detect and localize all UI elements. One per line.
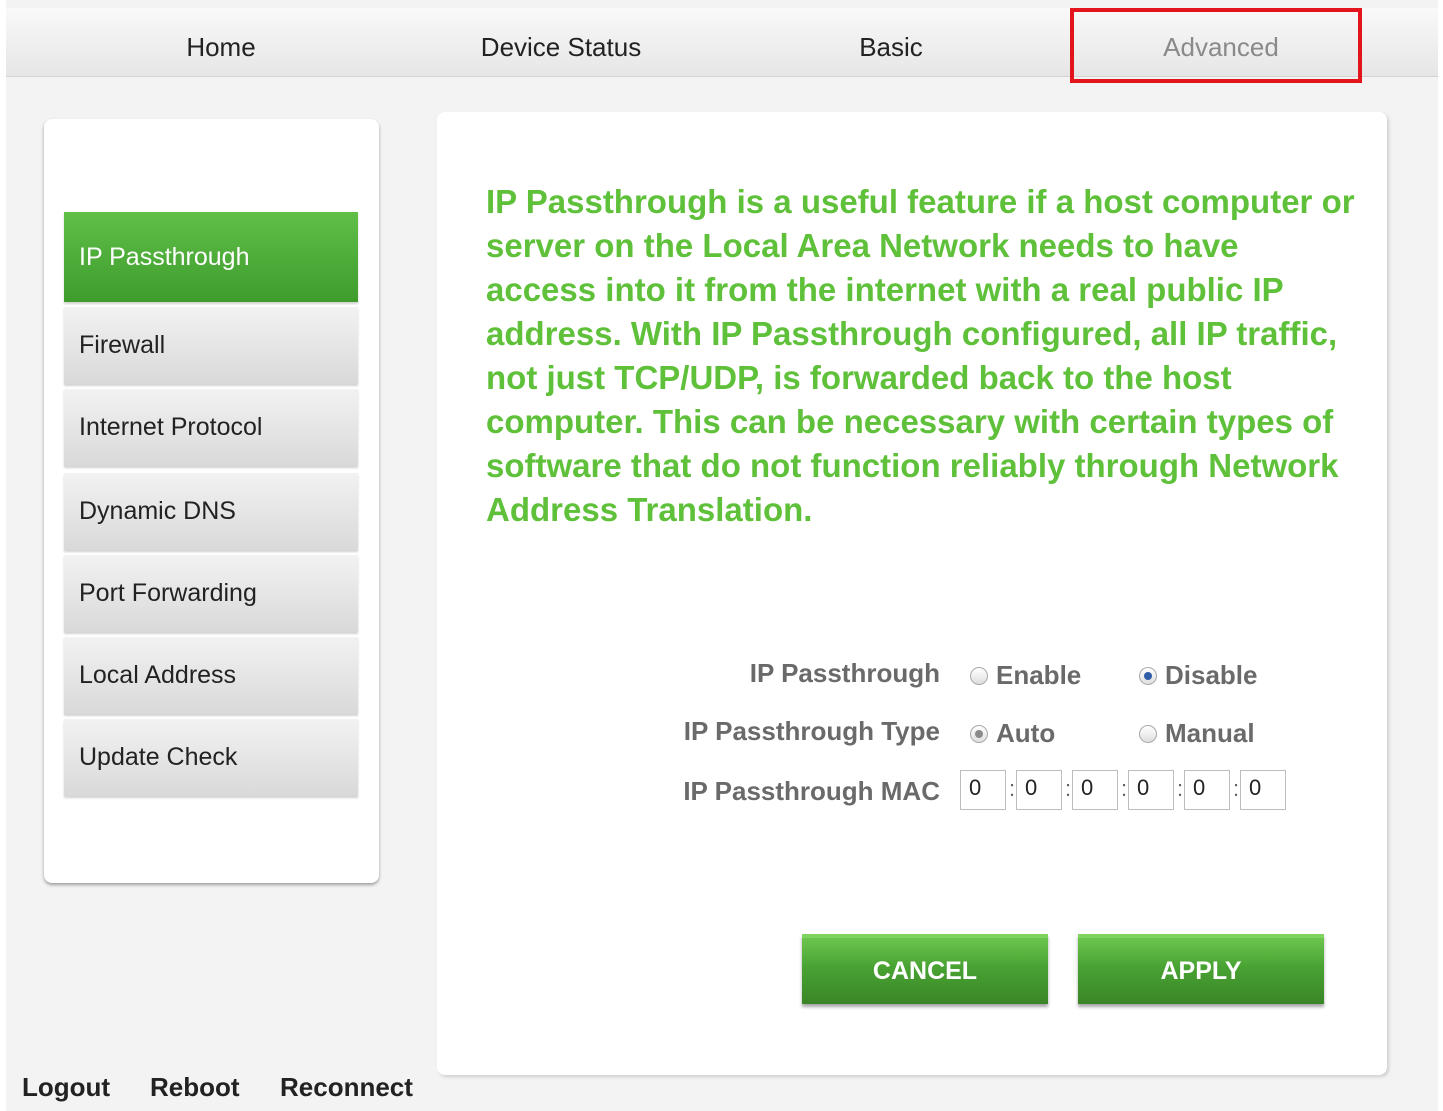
mac-separator: :: [1177, 776, 1184, 801]
advanced-tab-highlight: [1070, 8, 1362, 83]
ip-passthrough-label: IP Passthrough: [749, 658, 940, 688]
radio-checked-icon: [970, 724, 988, 743]
cancel-button[interactable]: CANCEL: [802, 934, 1048, 1004]
enable-radio[interactable]: Enable: [970, 660, 1081, 691]
ip-passthrough-type-label: IP Passthrough Type: [683, 716, 940, 746]
manual-radio[interactable]: Manual: [1139, 718, 1255, 749]
reconnect-link[interactable]: Reconnect: [280, 1072, 413, 1103]
apply-button[interactable]: APPLY: [1078, 934, 1324, 1004]
sidebar-item-internet-protocol[interactable]: Internet Protocol: [64, 389, 358, 466]
mac-octet-3-input[interactable]: 0: [1072, 770, 1118, 810]
ip-passthrough-mac-label: IP Passthrough MAC: [683, 776, 940, 806]
radio-unchecked-icon: [970, 666, 988, 685]
mac-separator: :: [1233, 776, 1240, 801]
sidebar-item-firewall[interactable]: Firewall: [64, 307, 358, 384]
disable-radio-label: Disable: [1165, 660, 1258, 690]
mac-separator: :: [1009, 776, 1016, 801]
logout-link[interactable]: Logout: [22, 1072, 110, 1103]
description-text: IP Passthrough is a useful feature if a …: [486, 183, 1355, 528]
manual-radio-label: Manual: [1165, 718, 1255, 748]
mac-separator: :: [1121, 776, 1128, 801]
tab-basic[interactable]: Basic: [836, 8, 946, 76]
tab-device-status[interactable]: Device Status: [446, 8, 676, 76]
mac-octet-6-input[interactable]: 0: [1240, 770, 1286, 810]
sidebar-item-local-address[interactable]: Local Address: [64, 637, 358, 714]
mac-octet-4-input[interactable]: 0: [1128, 770, 1174, 810]
disable-radio[interactable]: Disable: [1139, 660, 1258, 691]
mac-octet-1-input[interactable]: 0: [960, 770, 1006, 810]
sidebar-item-port-forwarding[interactable]: Port Forwarding: [64, 555, 358, 632]
enable-radio-label: Enable: [996, 660, 1082, 690]
mac-octet-5-input[interactable]: 0: [1184, 770, 1230, 810]
radio-checked-icon: [1139, 666, 1157, 685]
reboot-link[interactable]: Reboot: [150, 1072, 240, 1103]
mac-separator: :: [1065, 776, 1072, 801]
sidebar-item-update-check[interactable]: Update Check: [64, 719, 358, 796]
auto-radio-label: Auto: [996, 718, 1056, 748]
sidebar-item-dynamic-dns[interactable]: Dynamic DNS: [64, 473, 358, 550]
auto-radio[interactable]: Auto: [970, 718, 1055, 749]
tab-home[interactable]: Home: [176, 8, 266, 76]
sidebar-item-ip-passthrough[interactable]: IP Passthrough: [64, 212, 358, 302]
mac-octet-2-input[interactable]: 0: [1016, 770, 1062, 810]
radio-unchecked-icon: [1139, 724, 1157, 743]
